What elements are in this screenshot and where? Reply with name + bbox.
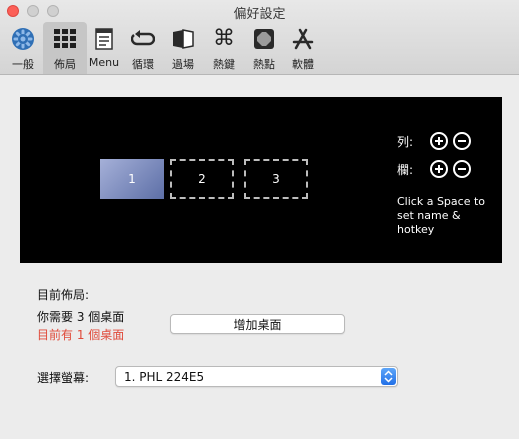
title-bar: 偏好設定 一般 佈局 Menu 循環 過場 ⌘ 熱鍵 熱點 軟體 bbox=[0, 0, 519, 75]
screen-select-value: 1. PHL 224E5 bbox=[124, 370, 205, 384]
add-column-button[interactable] bbox=[430, 160, 448, 178]
current-layout-heading: 目前佈局: bbox=[37, 288, 90, 302]
space-2-label: 2 bbox=[198, 172, 206, 186]
current-desktops-text: 目前有 1 個桌面 bbox=[37, 328, 125, 342]
preferences-window: 偏好設定 一般 佈局 Menu 循環 過場 ⌘ 熱鍵 熱點 軟體 1 2 3 列… bbox=[0, 0, 519, 439]
space-1-label: 1 bbox=[128, 172, 136, 186]
command-key-icon: ⌘ bbox=[213, 26, 235, 51]
screen-select[interactable]: 1. PHL 224E5 bbox=[115, 366, 398, 387]
space-3-label: 3 bbox=[272, 172, 280, 186]
space-2[interactable]: 2 bbox=[170, 159, 234, 199]
screen-select-label: 選擇螢幕: bbox=[37, 371, 90, 385]
add-row-button[interactable] bbox=[430, 132, 448, 150]
columns-label: 欄: bbox=[397, 163, 414, 177]
grid-layout-icon bbox=[43, 27, 87, 51]
hot-corner-icon bbox=[242, 27, 286, 51]
window-title: 偏好設定 bbox=[233, 7, 286, 22]
menu-icon bbox=[82, 27, 126, 51]
add-desktop-button[interactable]: 增加桌面 bbox=[170, 314, 345, 334]
toolbar-item-software[interactable]: 軟體 bbox=[281, 22, 325, 74]
remove-column-button[interactable] bbox=[453, 160, 471, 178]
cycle-icon bbox=[121, 27, 165, 51]
add-desktop-button-label: 增加桌面 bbox=[233, 317, 282, 332]
app-store-icon bbox=[281, 27, 325, 51]
transition-icon bbox=[161, 27, 205, 51]
gear-icon bbox=[1, 27, 45, 51]
rows-label: 列: bbox=[397, 135, 414, 149]
space-3[interactable]: 3 bbox=[244, 159, 308, 199]
space-1[interactable]: 1 bbox=[100, 159, 164, 199]
remove-row-button[interactable] bbox=[453, 132, 471, 150]
toolbar-label-software: 軟體 bbox=[292, 58, 314, 71]
space-hint: Click a Space to set name & hotkey bbox=[397, 195, 486, 236]
select-arrows-icon bbox=[381, 368, 396, 385]
required-desktops-text: 你需要 3 個桌面 bbox=[37, 310, 125, 324]
spaces-preview: 1 2 3 列: 欄: Click a Space to set name & … bbox=[20, 97, 502, 263]
